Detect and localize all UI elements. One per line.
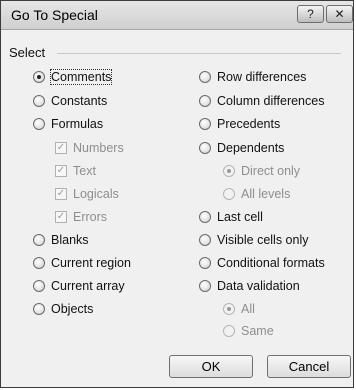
check-icon[interactable]: ✓ xyxy=(55,165,67,177)
dialog-title: Go To Special xyxy=(11,7,98,23)
radio-icon[interactable] xyxy=(199,234,211,246)
option-label: Current array xyxy=(51,279,125,293)
radio-icon[interactable] xyxy=(199,257,211,269)
option-current-region[interactable]: Current region xyxy=(33,254,131,272)
option-label: All xyxy=(241,302,255,316)
close-icon: ✕ xyxy=(334,7,345,21)
radio-icon[interactable] xyxy=(33,95,45,107)
option-visible-cells-only[interactable]: Visible cells only xyxy=(199,231,308,249)
option-column-differences[interactable]: Column differences xyxy=(199,92,324,110)
option-comments[interactable]: Comments xyxy=(33,68,113,86)
option-current-array[interactable]: Current array xyxy=(33,277,125,295)
option-objects[interactable]: Objects xyxy=(33,300,93,318)
checkbox-text[interactable]: ✓ Text xyxy=(55,162,96,180)
option-precedents[interactable]: Precedents xyxy=(199,115,280,133)
option-data-validation[interactable]: Data validation xyxy=(199,277,300,295)
option-label: Current region xyxy=(51,256,131,270)
group-divider xyxy=(57,53,341,54)
title-bar: Go To Special ? ✕ xyxy=(1,1,353,30)
radio-icon[interactable] xyxy=(199,118,211,130)
option-label: Same xyxy=(241,324,274,338)
radio-icon[interactable] xyxy=(223,165,235,177)
radio-icon[interactable] xyxy=(199,95,211,107)
radio-icon[interactable] xyxy=(33,303,45,315)
checkbox-numbers[interactable]: ✓ Numbers xyxy=(55,139,124,157)
option-direct-only[interactable]: Direct only xyxy=(223,162,300,180)
option-label: Column differences xyxy=(217,94,325,108)
checkbox-label: Logicals xyxy=(73,187,119,201)
cancel-button[interactable]: Cancel xyxy=(267,355,351,378)
option-label: Objects xyxy=(51,302,94,316)
close-button[interactable]: ✕ xyxy=(326,5,353,23)
option-dependents[interactable]: Dependents xyxy=(199,139,284,157)
option-validation-same[interactable]: Same xyxy=(223,322,274,340)
checkbox-label: Text xyxy=(73,164,96,178)
option-constants[interactable]: Constants xyxy=(33,92,107,110)
radio-icon[interactable] xyxy=(199,71,211,83)
option-label: Data validation xyxy=(217,279,300,293)
option-label: Direct only xyxy=(241,164,301,178)
option-label: Conditional formats xyxy=(217,256,325,270)
radio-icon[interactable] xyxy=(199,280,211,292)
go-to-special-dialog: Go To Special ? ✕ Select Comments Consta… xyxy=(0,0,354,388)
option-label: Row differences xyxy=(217,70,307,84)
option-label: Precedents xyxy=(217,117,281,131)
option-last-cell[interactable]: Last cell xyxy=(199,208,263,226)
radio-icon[interactable] xyxy=(199,211,211,223)
help-icon: ? xyxy=(307,7,314,21)
option-label: All levels xyxy=(241,187,291,201)
checkbox-logicals[interactable]: ✓ Logicals xyxy=(55,185,119,203)
checkbox-errors[interactable]: ✓ Errors xyxy=(55,208,107,226)
radio-icon[interactable] xyxy=(33,280,45,292)
option-label: Constants xyxy=(51,94,108,108)
check-icon[interactable]: ✓ xyxy=(55,142,67,154)
radio-icon[interactable] xyxy=(223,188,235,200)
option-label: Last cell xyxy=(217,210,263,224)
ok-button[interactable]: OK xyxy=(169,355,253,378)
checkbox-label: Errors xyxy=(73,210,108,224)
option-conditional-formats[interactable]: Conditional formats xyxy=(199,254,325,272)
checkbox-label: Numbers xyxy=(73,141,124,155)
option-formulas[interactable]: Formulas xyxy=(33,115,103,133)
radio-icon[interactable] xyxy=(199,142,211,154)
option-validation-all[interactable]: All xyxy=(223,300,255,318)
check-icon[interactable]: ✓ xyxy=(55,188,67,200)
option-row-differences[interactable]: Row differences xyxy=(199,68,306,86)
option-label: Formulas xyxy=(51,117,104,131)
check-icon[interactable]: ✓ xyxy=(55,211,67,223)
option-blanks[interactable]: Blanks xyxy=(33,231,89,249)
select-group-label: Select xyxy=(9,45,46,60)
radio-icon[interactable] xyxy=(223,325,235,337)
option-label: Blanks xyxy=(51,233,89,247)
radio-icon[interactable] xyxy=(223,303,235,315)
radio-icon[interactable] xyxy=(33,71,45,83)
radio-icon[interactable] xyxy=(33,257,45,269)
option-label: Comments xyxy=(49,69,113,85)
help-button[interactable]: ? xyxy=(297,5,324,23)
option-label: Visible cells only xyxy=(217,233,309,247)
radio-icon[interactable] xyxy=(33,234,45,246)
radio-icon[interactable] xyxy=(33,118,45,130)
option-label: Dependents xyxy=(217,141,285,155)
option-all-levels[interactable]: All levels xyxy=(223,185,290,203)
